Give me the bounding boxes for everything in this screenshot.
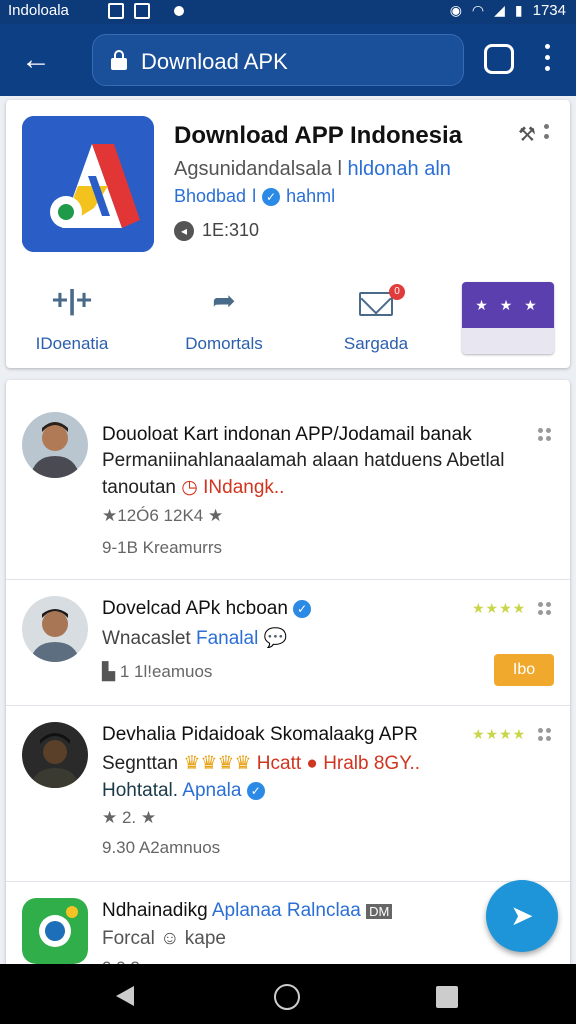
- wifi-icon: ◠: [471, 2, 485, 18]
- url-bar[interactable]: Download APK: [92, 34, 464, 86]
- notification-icon: [108, 3, 124, 19]
- download-circle-icon: ◂: [174, 220, 194, 241]
- signal-icon: ◢: [494, 2, 505, 18]
- item-description: Segnttan ♛♛♛♛ Hcatt ● Hralb 8GY..: [102, 753, 420, 774]
- item-meta: 9-1B Kreamurrs: [102, 538, 222, 557]
- developer-name[interactable]: Agsunidandalsala l hldonah aln: [174, 158, 451, 181]
- action-button-2[interactable]: ➦ Domortals: [164, 284, 284, 354]
- item-title: Devhalia Pidaidoak Skomalaakg APR: [102, 724, 418, 745]
- download-count: ◂ 1E:310: [174, 220, 259, 241]
- item-meta: ▙ 1 1l!eamuos: [102, 662, 213, 681]
- promo-stars: ★ ★ ★: [462, 282, 554, 328]
- record-icon: ●: [306, 753, 318, 774]
- action-label: IDoenatia: [35, 334, 109, 353]
- tabs-icon[interactable]: [484, 44, 514, 74]
- item-tagline: Hohtatal. Apnala ✓: [102, 780, 265, 802]
- browser-toolbar: ← Download APK: [0, 24, 576, 96]
- face-icon: ☺: [160, 928, 180, 949]
- overflow-menu-icon[interactable]: [540, 44, 554, 76]
- item-more-icon[interactable]: [538, 728, 552, 741]
- avatar: [22, 722, 88, 788]
- verified-icon: ✓: [293, 599, 312, 618]
- item-description: Permaniinahlanaalamah alaan hatduens Abe…: [102, 450, 505, 471]
- notification-icon: [134, 3, 150, 19]
- app-more-icon[interactable]: [544, 124, 552, 144]
- item-more-icon[interactable]: [538, 602, 552, 615]
- rating-stars: ★★★★: [472, 600, 527, 616]
- app-icon: [22, 898, 88, 964]
- list-item[interactable]: Douoloat Kart indonan APP/Jodamail banak…: [6, 380, 570, 580]
- carrier-name: Indoloala: [8, 2, 69, 19]
- emoji-icons: ♛♛♛♛: [183, 753, 252, 774]
- install-chip-button[interactable]: Ibo: [494, 654, 554, 686]
- avatar: [22, 412, 88, 478]
- item-title: Ndhainadikg Aplanaa Ralnclaa DM: [102, 900, 393, 922]
- system-icons: ◉ ◠ ◢ ▮ 1734: [450, 2, 566, 19]
- system-nav-bar: [0, 964, 576, 1024]
- avatar: [22, 596, 88, 662]
- envelope-icon: 0: [359, 284, 405, 316]
- developer-subtitle: Bhodbad l ✓ hahml: [174, 186, 336, 206]
- thumb-icon: ▙: [102, 662, 116, 681]
- app-logo-icon: [22, 116, 154, 252]
- action-label: Sargada: [343, 334, 409, 353]
- lock-icon: [111, 50, 127, 70]
- url-text: Download APK: [141, 49, 288, 74]
- item-meta: 9.30 A2amnuos: [102, 838, 221, 857]
- clock: 1734: [532, 2, 566, 19]
- item-description: Forcal ☺ kape: [102, 928, 226, 949]
- notification-badge: 0: [389, 284, 405, 300]
- send-fab-button[interactable]: ➤: [486, 880, 558, 952]
- list-item[interactable]: Devhalia Pidaidoak Skomalaakg APR Segntt…: [6, 706, 570, 882]
- item-tagline: tanoutan ◷ INdangk..: [102, 477, 285, 498]
- rating-stars: ★★★★: [472, 726, 527, 742]
- item-more-icon[interactable]: [538, 428, 552, 441]
- app-header-card: Download APP Indonesia ⚒ Agsunidandalsal…: [6, 100, 570, 368]
- nav-recents-icon[interactable]: [436, 986, 458, 1008]
- status-bar: Indoloala ◉ ◠ ◢ ▮ 1734: [0, 0, 576, 24]
- list-item[interactable]: Dovelcad APk hcboan ✓ Wnacaslet Fanalal …: [6, 580, 570, 706]
- verified-icon: ✓: [262, 187, 281, 206]
- item-description: Wnacaslet Fanalal 💬: [102, 628, 288, 649]
- clock-icon: ◷: [181, 477, 198, 498]
- share-icon: ➦: [212, 285, 236, 316]
- battery-icon: ▮: [514, 2, 523, 18]
- location-icon: ◉: [449, 2, 462, 18]
- action-button-3[interactable]: 0 Sargada: [316, 284, 436, 354]
- nav-back-icon[interactable]: [116, 986, 134, 1006]
- item-title: Dovelcad APk hcboan ✓: [102, 598, 312, 620]
- back-arrow-icon[interactable]: ←: [18, 42, 54, 78]
- send-icon: ➤: [510, 900, 534, 931]
- plus-plus-icon: +|+: [51, 284, 93, 315]
- item-title: Douoloat Kart indonan APP/Jodamail banak: [102, 424, 472, 445]
- app-title: Download APP Indonesia: [174, 122, 463, 149]
- item-rating: ★12Ó6 12K4 ★: [102, 506, 224, 525]
- tag-badge: DM: [366, 904, 393, 919]
- verified-icon: ✓: [246, 781, 265, 800]
- chat-icon: 💬: [263, 628, 288, 649]
- action-label: Domortals: [185, 334, 263, 353]
- action-button-1[interactable]: +|+ IDoenatia: [12, 284, 132, 354]
- notification-icons: [108, 3, 184, 19]
- rating-promo-button[interactable]: ★ ★ ★: [462, 282, 554, 354]
- notification-dot-icon: [174, 6, 184, 16]
- item-rating: ★ 2. ★: [102, 808, 157, 827]
- nav-home-icon[interactable]: [274, 984, 300, 1010]
- wrench-icon[interactable]: ⚒: [518, 122, 536, 147]
- review-list: Douoloat Kart indonan APP/Jodamail banak…: [6, 380, 570, 980]
